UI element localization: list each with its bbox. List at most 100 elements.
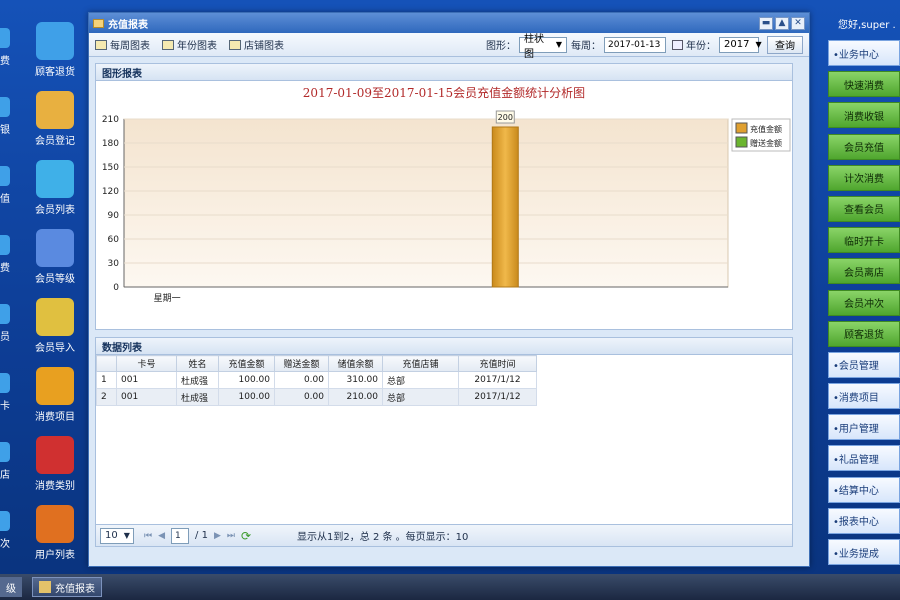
calendar-icon[interactable]: [672, 39, 683, 50]
app-icon: [36, 505, 74, 543]
chart-type-value: 柱状图: [524, 33, 544, 60]
rightbar-item-label: 顾客退货: [844, 330, 884, 342]
desktop-icon[interactable]: 会员登记: [15, 91, 95, 147]
last-page-icon[interactable]: ⏭: [227, 531, 235, 541]
column-header[interactable]: 姓名: [176, 355, 219, 372]
column-header[interactable]: [96, 355, 117, 372]
refresh-icon[interactable]: ⟳: [241, 529, 251, 543]
desktop-icon-partial[interactable]: 员: [0, 304, 14, 343]
rightbar-item[interactable]: •报表中心: [828, 507, 900, 534]
desktop-icon-partial[interactable]: 卡: [0, 373, 14, 412]
rightbar-item-label: •结算中心: [833, 486, 879, 498]
rightbar-item[interactable]: •消费项目: [828, 383, 900, 410]
desktop-icon-partial[interactable]: 值: [0, 166, 14, 205]
folder-icon: [93, 18, 104, 28]
column-header[interactable]: 充值时间: [458, 355, 537, 372]
app-icon: [0, 28, 10, 48]
data-label: 200: [498, 113, 513, 122]
table-cell: 2017/1/12: [458, 388, 537, 406]
rightbar-item-label: •消费项目: [833, 392, 879, 404]
desktop-icon[interactable]: 消费项目: [15, 367, 95, 423]
minimize-button[interactable]: ▬: [759, 16, 773, 30]
rightbar-item[interactable]: 会员充值: [828, 133, 900, 160]
desktop-icon-partial[interactable]: 店: [0, 442, 14, 481]
desktop-icon-label: 次: [0, 539, 10, 550]
chevron-down-icon: ▼: [123, 531, 130, 540]
rightbar-item[interactable]: 顾客退货: [828, 320, 900, 347]
table-cell: 100.00: [218, 388, 275, 406]
app-icon: [36, 160, 74, 198]
column-header[interactable]: 充值店铺: [382, 355, 459, 372]
desktop-icon-label: 会员导入: [35, 343, 75, 354]
app-icon: [0, 235, 10, 255]
rightbar-item[interactable]: •业务提成: [828, 539, 900, 565]
desktop-icon-partial[interactable]: 次: [0, 511, 14, 550]
rightbar-item[interactable]: •礼品管理: [828, 445, 900, 472]
table-row[interactable]: 1 001 杜成强 100.00 0.00 310.00 总部 2017/1/12: [96, 371, 537, 389]
rightbar-item[interactable]: 消费收银: [828, 102, 900, 129]
first-page-icon[interactable]: ⏮: [144, 531, 152, 541]
chart-title: 2017-01-09至2017-01-15会员充值金额统计分析图: [303, 85, 585, 100]
legend-label: 赠送金额: [750, 138, 782, 148]
desktop-icon-partial[interactable]: 银: [0, 97, 14, 136]
page-number-input[interactable]: 1: [171, 527, 190, 544]
store-chart-button[interactable]: 店铺图表: [229, 37, 284, 52]
taskbar-active-label: 充值报表: [55, 583, 95, 595]
desktop-icon[interactable]: 用户列表: [15, 505, 95, 561]
app-icon: [36, 22, 74, 60]
app-icon: [0, 166, 10, 186]
desktop-icon[interactable]: 会员导入: [15, 298, 95, 354]
rightbar-item-label: 会员离店: [844, 267, 884, 279]
rightbar-item[interactable]: •结算中心: [828, 476, 900, 503]
week-label: 每周：: [571, 41, 601, 52]
desktop-icon-partial[interactable]: 费: [0, 28, 14, 67]
yearly-chart-button[interactable]: 年份图表: [162, 37, 217, 52]
desktop-icon-partial[interactable]: 费: [0, 235, 14, 274]
rightbar-item[interactable]: 临时开卡: [828, 227, 900, 254]
y-tick-label: 150: [102, 163, 119, 173]
close-button[interactable]: ✕: [791, 16, 805, 30]
rightbar-item[interactable]: 会员冲次: [828, 289, 900, 316]
rightbar-item[interactable]: 快速消费: [828, 71, 900, 98]
rightbar-item[interactable]: •用户管理: [828, 414, 900, 441]
column-header[interactable]: 储值余额: [328, 355, 383, 372]
rightbar-item[interactable]: •业务中心: [828, 40, 900, 66]
desktop-icon[interactable]: 会员列表: [15, 160, 95, 216]
desktop-icon-label: 消费项目: [35, 412, 75, 423]
y-tick-label: 120: [102, 187, 119, 197]
page-size-select[interactable]: 10 ▼: [100, 527, 134, 544]
next-page-icon[interactable]: ▶: [214, 531, 221, 541]
rightbar-item[interactable]: 计次消费: [828, 164, 900, 191]
chart-panel: 图形报表 2017-01-09至2017-01-15会员充值金额统计分析图 0 30…: [95, 63, 793, 331]
rightbar-item-label: •业务提成: [833, 548, 879, 560]
table-cell: 2017/1/12: [458, 371, 537, 389]
year-select[interactable]: 2017 ▼: [719, 36, 762, 53]
column-header[interactable]: 充值金额: [218, 355, 275, 372]
rightbar-item[interactable]: 会员离店: [828, 258, 900, 285]
rightbar-item[interactable]: 查看会员: [828, 195, 900, 222]
window-titlebar[interactable]: 充值报表 ▬ ▲ ✕: [89, 13, 809, 33]
chart-type-label: 图形：: [486, 41, 516, 52]
taskbar-item-recharge-report[interactable]: 充值报表: [32, 577, 102, 597]
table-row[interactable]: 2 001 杜成强 100.00 0.00 210.00 总部 2017/1/12: [96, 388, 537, 406]
query-button[interactable]: 查询: [767, 35, 803, 54]
y-tick-label: 60: [108, 235, 120, 245]
prev-page-icon[interactable]: ◀: [158, 531, 165, 541]
weekly-chart-button[interactable]: 每周图表: [95, 37, 150, 52]
taskbar-item-cut[interactable]: 级: [0, 577, 22, 597]
week-date-input[interactable]: 2017-01-13: [604, 36, 666, 53]
desktop-icon[interactable]: 顾客退货: [15, 22, 95, 78]
desktop-icon[interactable]: 会员等级: [15, 229, 95, 285]
desktop-icon[interactable]: 消费类别: [15, 436, 95, 492]
desktop-icon-label: 卡: [0, 401, 10, 412]
rightbar-item[interactable]: •会员管理: [828, 351, 900, 378]
page-size-value: 10: [105, 530, 118, 541]
maximize-button[interactable]: ▲: [775, 16, 789, 30]
column-header[interactable]: 卡号: [116, 355, 177, 372]
chart-type-select[interactable]: 柱状图 ▼: [519, 34, 567, 60]
chart-icon: [229, 39, 241, 50]
grid-panel-title: 数据列表: [95, 337, 793, 355]
table-cell: 001: [116, 388, 177, 406]
chart-area: 2017-01-09至2017-01-15会员充值金额统计分析图 0 30 60 90 1…: [95, 81, 793, 330]
column-header[interactable]: 赠送金额: [274, 355, 329, 372]
